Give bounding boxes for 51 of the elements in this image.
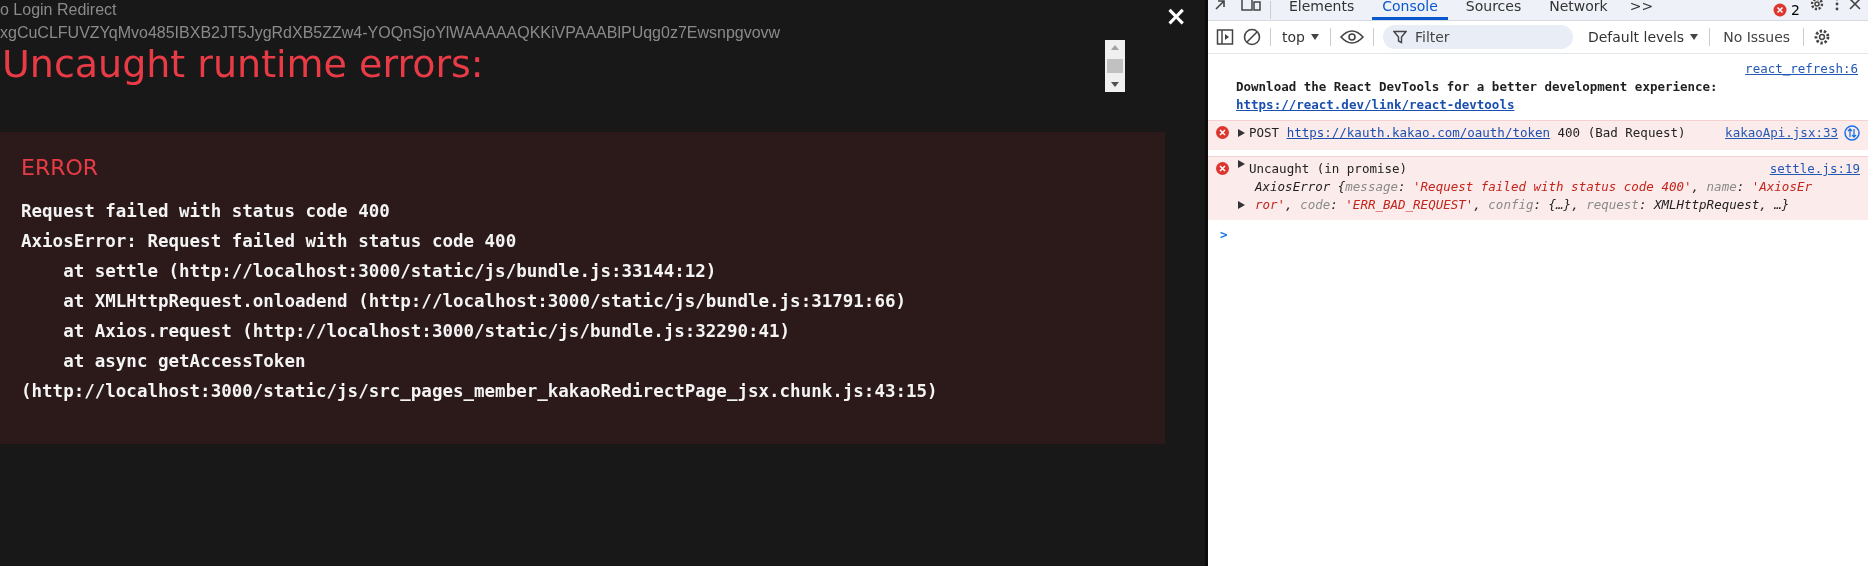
console-message: Download the React DevTools for a better development experience: https://react.dev/link/react-devtools bbox=[1236, 78, 1719, 114]
more-options-icon[interactable] bbox=[1834, 0, 1840, 11]
devtools-tab[interactable]: Console bbox=[1372, 0, 1448, 20]
link[interactable]: https://kauth.kakao.com/oauth/token bbox=[1286, 125, 1551, 140]
error-line: at async getAccessToken bbox=[62, 350, 307, 373]
console-message: POST https://kauth.kakao.com/oauth/token 400 (Bad Request) bbox=[1236, 124, 1716, 142]
console-prompt[interactable]: > bbox=[1208, 226, 1868, 244]
error-heading: ERROR bbox=[21, 154, 100, 182]
eye-icon[interactable] bbox=[1339, 29, 1364, 45]
more-tabs-button[interactable]: >> bbox=[1625, 0, 1658, 20]
issues-button[interactable]: No Issues bbox=[1719, 29, 1795, 45]
overlay-title: Uncaught runtime errors: bbox=[1, 41, 485, 88]
context-dropdown[interactable]: top bbox=[1280, 29, 1321, 45]
expand-triangle-icon[interactable] bbox=[1238, 129, 1245, 137]
close-icon[interactable] bbox=[1848, 0, 1862, 11]
error-line: (http://localhost:3000/static/js/src_pages_member_kakaoRedirectPage_jsx.chunk.js:43:15) bbox=[21, 380, 939, 403]
error-count: 2 bbox=[1791, 2, 1800, 18]
devtools-tab[interactable]: Sources bbox=[1455, 0, 1532, 20]
source-link[interactable]: settle.js:19 bbox=[1769, 160, 1860, 178]
error-line: AxiosError: Request failed with status code 400 bbox=[21, 230, 518, 253]
error-icon bbox=[1216, 126, 1229, 139]
error-icon bbox=[1216, 162, 1229, 175]
sidebar-icon[interactable] bbox=[1216, 28, 1234, 46]
link[interactable]: https://react.dev/link/react-devtools bbox=[1236, 97, 1515, 112]
console-message: Uncaught (in promise) bbox=[1249, 160, 1408, 178]
error-line: at XMLHttpRequest.onloadend (http://localhost:3000/static/js/bundle.js:31791:66) bbox=[62, 290, 907, 313]
source-link[interactable]: kakaoApi.jsx:33 bbox=[1725, 124, 1838, 142]
source-link[interactable]: react_refresh:6 bbox=[1745, 60, 1858, 78]
expand-triangle-icon[interactable] bbox=[1238, 160, 1245, 168]
page-text: o Login Redirect bbox=[0, 0, 117, 19]
device-toolbar-icon[interactable] bbox=[1240, 0, 1262, 11]
error-line: at Axios.request (http://localhost:3000/static/js/bundle.js:32290:41) bbox=[62, 320, 792, 343]
close-button[interactable]: × bbox=[1161, 2, 1191, 30]
scrollbar[interactable] bbox=[1105, 40, 1125, 92]
error-line: Request failed with status code 400 bbox=[21, 200, 391, 223]
settings-icon[interactable] bbox=[1808, 0, 1826, 11]
clear-console-icon[interactable] bbox=[1243, 28, 1261, 46]
settings-icon[interactable] bbox=[1813, 28, 1832, 46]
object-preview: AxiosError {message: 'Request failed with status code 400', name: 'AxiosError', code: 'ERR_BAD_REQUEST', config: {…}, request: XMLHttpRequest, …} bbox=[1255, 178, 1813, 214]
caret-icon bbox=[1310, 34, 1319, 40]
log-levels-dropdown[interactable]: Default levels bbox=[1585, 29, 1701, 45]
error-count-button[interactable]: 2 bbox=[1773, 2, 1800, 18]
filter-field[interactable]: Filter bbox=[1382, 25, 1573, 49]
devtools-tab[interactable]: Elements bbox=[1279, 0, 1365, 20]
caret-icon bbox=[1690, 34, 1699, 40]
devtools-tab[interactable]: Network bbox=[1539, 0, 1618, 20]
expand-triangle-icon[interactable] bbox=[1238, 201, 1245, 209]
error-line: at settle (http://localhost:3000/static/js/bundle.js:33144:12) bbox=[62, 260, 718, 283]
network-icon[interactable] bbox=[1844, 125, 1860, 141]
error-icon bbox=[1773, 3, 1788, 17]
page-text: xgCuCLFUVZYqMvo485IBXB2JT5JygRdXB5ZZw4-YOQnSjoYlWAAAAAQKKiVPAAABlPUqg0z7Ewsnpgvovw bbox=[0, 23, 781, 42]
